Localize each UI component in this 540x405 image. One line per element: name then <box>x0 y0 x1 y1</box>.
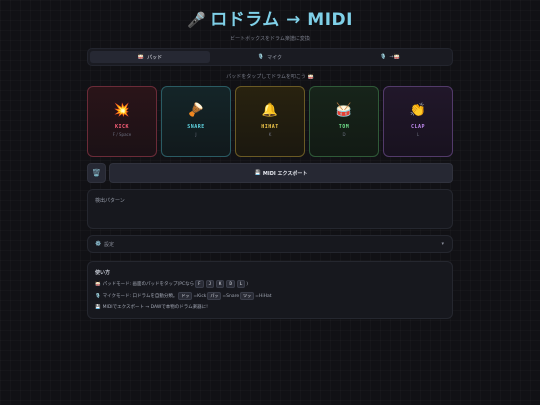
subtitle: ビートボックスをドラム楽譜に変換 <box>230 36 310 42</box>
floppy-disk-icon: 💾 <box>254 170 261 176</box>
how-to-text: マイクモード: 口ドラムを自動分類。 <box>102 294 178 299</box>
key-f: F <box>195 280 204 288</box>
pad-name: CLAP <box>410 124 426 130</box>
pad-name: HIHAT <box>261 124 279 130</box>
pad-key: L <box>416 132 420 137</box>
tab-pad[interactable]: 🥁 パッド <box>90 51 210 63</box>
tab-label: パッド <box>147 54 163 61</box>
trash-icon: 🗑️ <box>92 169 101 177</box>
drum-icon: 🥁 <box>137 54 145 60</box>
export-label: MIDI エクスポート <box>262 170 308 177</box>
how-to-text-end: ) <box>246 281 249 287</box>
how-to-text: MIDIでエクスポート → DAWで本物のドラム楽器に! <box>102 305 208 310</box>
pad-clap[interactable]: 👏 CLAP L <box>383 86 453 157</box>
pad-name: SNARE <box>187 124 205 130</box>
gear-icon: ⚙️ <box>95 241 102 247</box>
tab-mic[interactable]: 🎙️ マイク <box>210 51 330 63</box>
settings-label: 設定 <box>104 242 115 248</box>
floppy-disk-icon: 💾 <box>95 304 101 310</box>
pad-key: D <box>342 132 346 137</box>
bell-icon: 🔔 <box>261 103 279 118</box>
microphone-icon: 🎙️ <box>257 54 265 60</box>
settings-toggle[interactable]: ⚙️ 設定 ▾ <box>87 235 453 253</box>
how-to-mic-mode: 🎙️ マイクモード: 口ドラムを自動分類。 ドッ =Kick パッ =Snare ツ… <box>95 292 271 300</box>
key-d: D <box>226 280 235 288</box>
tab-mic-to-drum[interactable]: 🎙️ →🥁 <box>330 51 450 63</box>
chevron-down-icon: ▾ <box>441 241 444 247</box>
tab-label: →🥁 <box>389 54 400 60</box>
pad-tom[interactable]: 🥁 TOM D <box>309 86 379 157</box>
pad-key: J <box>195 132 197 137</box>
app-title: 🎤 ロドラム → MIDI <box>0 8 540 32</box>
drum-icon: 🥁 <box>335 103 353 118</box>
midi-export-button[interactable]: 💾 MIDI エクスポート <box>109 163 453 183</box>
action-bar: 🗑️ 💾 MIDI エクスポート <box>87 163 453 183</box>
header: 🎤 ロドラム → MIDI ビートボックスをドラム楽譜に変換 <box>0 8 540 42</box>
tab-label: マイク <box>267 54 283 61</box>
pad-hihat[interactable]: 🔔 HIHAT K <box>235 86 305 157</box>
mode-tabs: 🥁 パッド 🎙️ マイク 🎙️ →🥁 <box>87 48 453 66</box>
sound-dot: ドッ <box>178 292 193 300</box>
hihat-mapping: =HiHat <box>255 293 272 299</box>
pad-hint: パッドをタップしてドラムを叩こう 🥁 <box>226 74 314 80</box>
microphone-icon: 🎙️ <box>95 293 101 299</box>
sound-tsu: ツッ <box>240 292 255 300</box>
drum-pads: 💥 KICK F / Space 🪘 SNARE J 🔔 HIHAT K 🥁 T… <box>87 86 453 157</box>
snare-mapping: =Snare <box>222 293 240 299</box>
detected-pattern-panel: 検出パターン <box>87 189 453 229</box>
key-l: L <box>236 280 246 288</box>
key-j: J <box>205 280 215 288</box>
title-text: ロドラム → MIDI <box>210 10 353 30</box>
key-k: K <box>216 280 225 288</box>
explosion-icon: 💥 <box>113 103 131 118</box>
clapping-hands-icon: 👏 <box>409 103 427 118</box>
microphone-icon: 🎤 <box>187 11 207 29</box>
kick-mapping: =Kick <box>193 293 207 299</box>
pad-key: F / Space <box>112 132 132 137</box>
clear-button[interactable]: 🗑️ <box>87 163 106 183</box>
snare-drum-icon: 🪘 <box>187 103 205 118</box>
how-to-panel: 使い方 🥁 パッドモード: 画面のパッドをタップ(PCなら F J K D L … <box>87 261 453 319</box>
microphone-icon: 🎙️ <box>380 54 387 60</box>
pad-name: TOM <box>338 124 350 130</box>
drum-icon: 🥁 <box>95 281 101 287</box>
pattern-label: 検出パターン <box>95 198 125 204</box>
pad-kick[interactable]: 💥 KICK F / Space <box>87 86 157 157</box>
how-to-title: 使い方 <box>95 270 111 276</box>
how-to-text: パッドモード: 画面のパッドをタップ(PCなら <box>102 282 195 287</box>
how-to-export: 💾 MIDIでエクスポート → DAWで本物のドラム楽器に! <box>95 304 208 311</box>
pad-snare[interactable]: 🪘 SNARE J <box>161 86 231 157</box>
sound-pa: パッ <box>207 292 222 300</box>
pad-name: KICK <box>114 124 130 130</box>
pad-key: K <box>268 132 272 137</box>
how-to-pad-mode: 🥁 パッドモード: 画面のパッドをタップ(PCなら F J K D L ) <box>95 280 248 288</box>
